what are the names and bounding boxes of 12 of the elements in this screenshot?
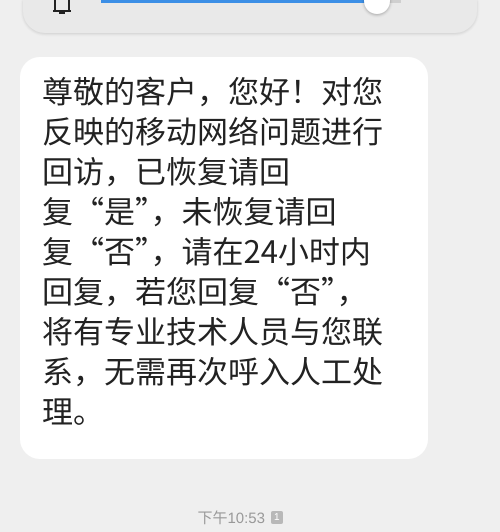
message-line: 理。 xyxy=(42,390,104,430)
sim-badge: 1 xyxy=(270,511,283,524)
message-line: 系，无需再次呼入人工处 xyxy=(42,350,383,390)
message-line: 回复，若您回复“否”， xyxy=(42,270,368,310)
message-time: 下午10:53 xyxy=(197,509,265,528)
bell-icon xyxy=(51,0,73,15)
message-line: 反映的移动网络问题进行 xyxy=(42,110,383,150)
message-line: 复“是”，未恢复请回 xyxy=(42,190,336,230)
message-line: 回访，已恢复请回 xyxy=(42,150,290,190)
message-line: 将有专业技术人员与您联 xyxy=(42,310,383,350)
message-line: 尊敬的客户，您好！对您 xyxy=(42,70,383,110)
message-line: 复“否”，请在24小时内 xyxy=(42,230,371,270)
